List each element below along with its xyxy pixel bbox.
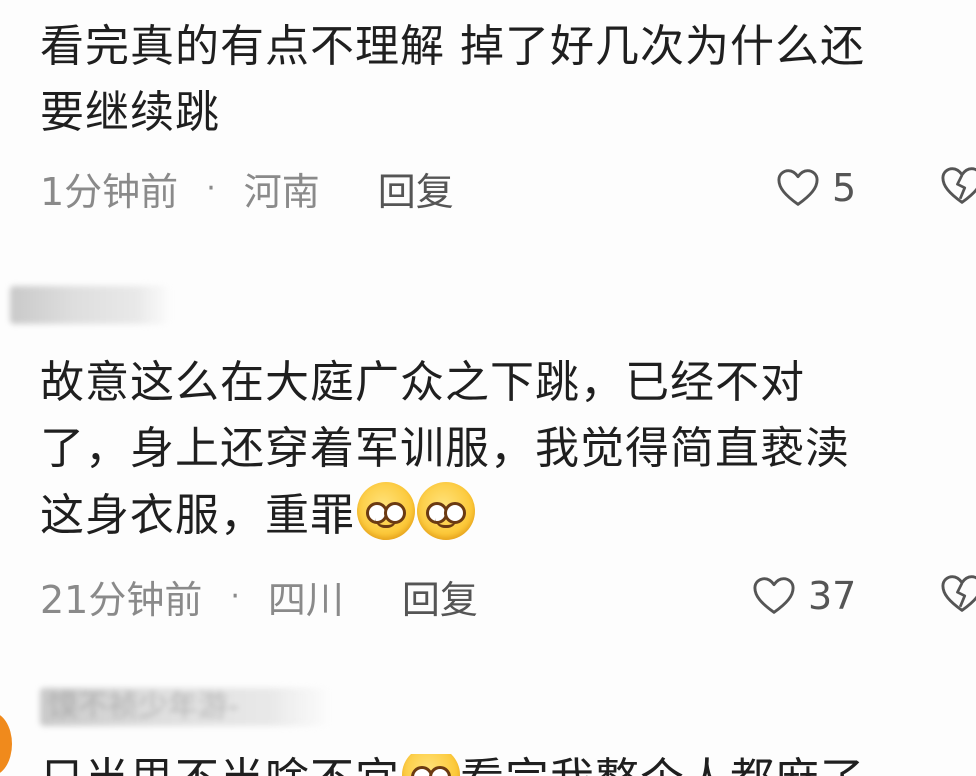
comment-3-text-end: 看完我整个人都麻了 (460, 754, 865, 776)
comment-2-like-count: 37 (808, 574, 857, 618)
comment-1-text[interactable]: 看完真的有点不理解 掉了好几次为什么还 要继续跳 (40, 14, 970, 146)
comment-2-line-2: 了，身上还穿着军训服，我觉得简直亵渎 (40, 423, 850, 474)
comment-3-username: 馍不祯少年游- (48, 689, 239, 724)
comment-1-line-2: 要继续跳 (40, 87, 220, 138)
smiling-face-emoji (402, 754, 460, 776)
comment-3-text-partial[interactable]: 只当思不当啥不宜 看完我整个人都麻了 (40, 754, 970, 776)
comment-2-time: 21分钟前 (40, 577, 203, 622)
comment-2-line-3: 这身衣服，重罪 (40, 482, 970, 549)
comment-1-reply-button[interactable]: 回复 (378, 161, 454, 216)
comment-3-text-start: 只当思不当啥不宜 (40, 754, 400, 776)
smiling-face-emoji (357, 482, 415, 540)
comment-1-line-1: 看完真的有点不理解 掉了好几次为什么还 (40, 21, 865, 72)
comment-1-time: 1分钟前 (40, 169, 179, 214)
comment-1-location: 河南 (243, 169, 320, 214)
comment-2-reply-button[interactable]: 回复 (402, 569, 478, 624)
heart-outline-icon (753, 577, 795, 614)
heart-outline-icon (777, 169, 819, 206)
comment-2-like-button[interactable]: 37 (752, 574, 856, 618)
comment-3-line-1: 只当思不当啥不宜 看完我整个人都麻了 (40, 754, 970, 776)
meta-separator: · (206, 170, 216, 206)
comment-2-username-blurred (10, 286, 170, 324)
comment-2-dislike-button[interactable] (940, 574, 976, 614)
avatar[interactable] (0, 712, 12, 776)
broken-heart-outline-icon (941, 167, 976, 204)
comment-2-location: 四川 (267, 577, 344, 622)
comment-1-like-button[interactable]: 5 (776, 166, 856, 210)
comment-1-like-count: 5 (832, 166, 857, 210)
broken-heart-outline-icon (941, 575, 976, 612)
comment-2-text[interactable]: 故意这么在大庭广众之下跳，已经不对 了，身上还穿着军训服，我觉得简直亵渎 这身衣… (40, 350, 970, 549)
meta-separator: · (230, 578, 240, 614)
comment-1-dislike-button[interactable] (940, 166, 976, 206)
smiling-face-emoji (417, 482, 475, 540)
comment-2-line-1: 故意这么在大庭广众之下跳，已经不对 (40, 357, 805, 408)
comment-2-line-3-text: 这身衣服，重罪 (40, 490, 355, 541)
comment-3-username-blurred: 馍不祯少年游- (40, 688, 330, 726)
